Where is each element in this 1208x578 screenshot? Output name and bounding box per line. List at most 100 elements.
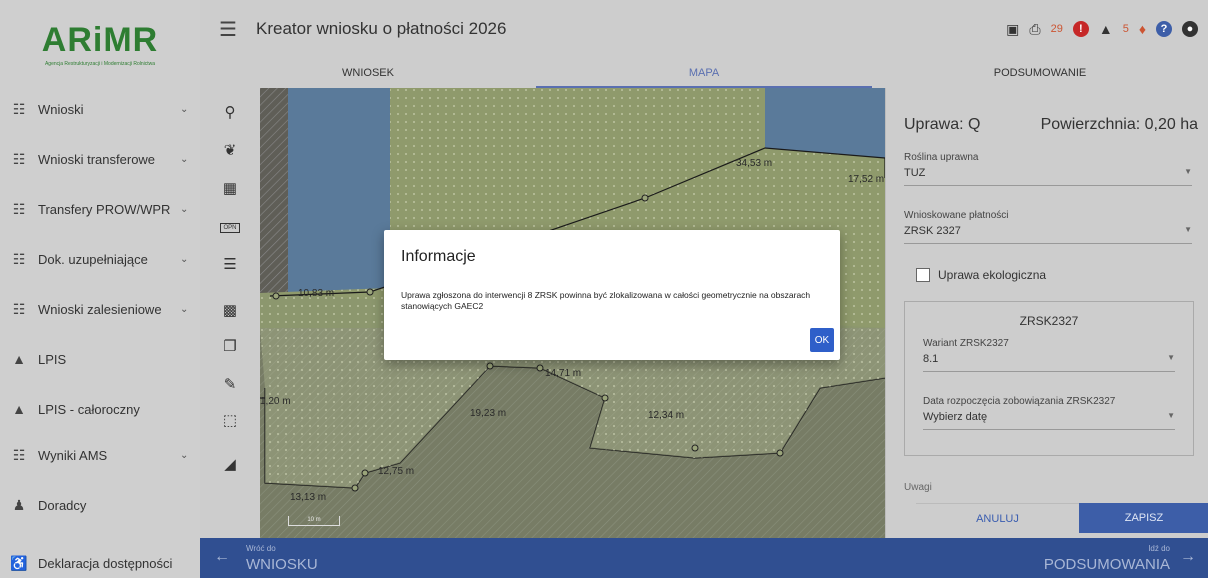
- copy-icon[interactable]: ❐: [218, 334, 242, 358]
- sidebar-item-label: Doradcy: [38, 497, 87, 513]
- chevron-down-icon: ⌄: [180, 253, 189, 265]
- variant-select[interactable]: Wariant ZRSK2327 8.1 ▼: [923, 338, 1175, 372]
- dropdown-arrow-icon: ▼: [1184, 167, 1192, 176]
- field-label: Wnioskowane płatności: [904, 210, 1009, 221]
- person-icon: ♟: [12, 496, 26, 513]
- crop-select[interactable]: Roślina uprawna TUZ ▼: [904, 152, 1192, 186]
- sidebar-item-label: LPIS: [38, 351, 67, 367]
- error-icon[interactable]: !: [1072, 21, 1089, 37]
- error-count[interactable]: 29: [1051, 23, 1063, 35]
- warning-icon[interactable]: ▲: [1099, 21, 1113, 37]
- notes-label[interactable]: Uwagi: [904, 482, 932, 493]
- eco-checkbox[interactable]: [916, 268, 930, 282]
- terrain-icon: ▲: [12, 351, 26, 367]
- rectangle-select-icon[interactable]: ⬚: [218, 408, 242, 432]
- area-label: Powierzchnia: 0,20 ha: [1040, 116, 1198, 133]
- forward-button[interactable]: PODSUMOWANIA: [1044, 556, 1170, 573]
- chevron-down-icon: ⌄: [180, 153, 189, 165]
- tab-bar: WNIOSEK MAPA PODSUMOWANIE: [200, 58, 1208, 88]
- sidebar-item-label: Transfery PROW/WPR: [38, 201, 171, 217]
- payments-select[interactable]: Wnioskowane płatności ZRSK 2327 ▼: [904, 210, 1192, 244]
- dropdown-arrow-icon: ▼: [1184, 225, 1192, 234]
- save-icon[interactable]: ▣: [1006, 21, 1019, 38]
- logo-wordmark: ARiMR: [41, 21, 159, 59]
- field-value: TUZ: [904, 167, 926, 179]
- help-icon[interactable]: ?: [1156, 21, 1172, 37]
- clipboard-icon: ☷: [12, 300, 26, 317]
- search-icon[interactable]: ⚲: [218, 100, 242, 124]
- sidebar: ARiMR Agencja Restrukturyzacji i Moderni…: [0, 0, 200, 578]
- clipboard-icon: ☷: [12, 150, 26, 167]
- sidebar-item-dok-uzupelniajace[interactable]: ☷ Dok. uzupełniające ⌄: [0, 234, 200, 284]
- arrow-right-icon[interactable]: →: [1180, 548, 1196, 566]
- ok-button[interactable]: OK: [810, 328, 834, 352]
- clipboard-icon: ☷: [12, 446, 26, 463]
- measure-icon[interactable]: ◢: [218, 452, 242, 476]
- map-scale-bar: 10 m: [288, 516, 340, 526]
- opn-icon[interactable]: OPN: [218, 216, 242, 240]
- cancel-button[interactable]: ANULUJ: [916, 503, 1079, 533]
- chevron-down-icon: ⌄: [180, 303, 189, 315]
- sidebar-item-doradcy[interactable]: ♟ Doradcy: [0, 480, 200, 530]
- list-icon[interactable]: ☰: [218, 252, 242, 276]
- sidebar-item-deklaracja[interactable]: ♿ Deklaracja dostępności: [0, 538, 200, 578]
- tab-wniosek[interactable]: WNIOSEK: [200, 58, 536, 88]
- menu-icon[interactable]: ☰: [200, 17, 256, 42]
- sidebar-item-label: LPIS - całoroczny: [38, 401, 140, 417]
- sidebar-item-label: Wyniki AMS: [38, 447, 108, 463]
- date-select[interactable]: Data rozpoczęcia zobowiązania ZRSK2327 W…: [923, 396, 1175, 430]
- segment-length-label: 34,53 m: [736, 158, 773, 169]
- sidebar-item-label: Wnioski: [38, 101, 84, 117]
- grid-icon[interactable]: ▦: [218, 176, 242, 200]
- segment-length-label: 12,34 m: [648, 410, 685, 421]
- map-toolbar: ⚲ ❦ ▦ OPN ☰ ▩ ❐ ✎ ⬚ ◢: [200, 88, 260, 538]
- segment-length-label: 12,75 m: [378, 466, 415, 477]
- sidebar-item-wyniki-ams[interactable]: ☷ Wyniki AMS ⌄: [0, 430, 200, 480]
- dialog-title: Informacje: [401, 248, 476, 265]
- arimr-logo[interactable]: ARiMR Agencja Restrukturyzacji i Moderni…: [0, 0, 200, 88]
- sidebar-item-lpis-caloroczny[interactable]: ▲ LPIS - całoroczny: [0, 384, 200, 434]
- pencil-icon[interactable]: ✎: [218, 372, 242, 396]
- plant-icon[interactable]: ❦: [218, 138, 242, 162]
- sidebar-item-label: Wnioski zalesieniowe: [38, 301, 162, 317]
- logo-subtitle: Agencja Restrukturyzacji i Modernizacji …: [44, 61, 156, 67]
- save-button[interactable]: ZAPISZ: [1079, 503, 1208, 533]
- back-button[interactable]: WNIOSKU: [246, 556, 318, 573]
- field-value: 8.1: [923, 353, 939, 365]
- arrow-left-icon[interactable]: ←: [214, 548, 230, 566]
- select-area-icon[interactable]: ▩: [218, 298, 242, 322]
- sidebar-item-wnioski-zalesieniowe[interactable]: ☷ Wnioski zalesieniowe ⌄: [0, 284, 200, 334]
- subsection-title: ZRSK2327: [1019, 314, 1079, 328]
- accessibility-icon: ♿: [10, 554, 28, 571]
- forward-caption[interactable]: Idź do: [1148, 544, 1170, 553]
- sidebar-item-lpis[interactable]: ▲ LPIS: [0, 334, 200, 384]
- account-icon[interactable]: ●: [1182, 21, 1198, 37]
- sidebar-item-label: Dok. uzupełniające: [38, 251, 148, 267]
- tab-podsumowanie[interactable]: PODSUMOWANIE: [872, 58, 1208, 88]
- sidebar-item-label: Wnioski transferowe: [38, 151, 156, 167]
- clipboard-icon: ☷: [12, 200, 26, 217]
- dialog-message: Uprawa zgłoszona do interwencji 8 ZRSK p…: [401, 290, 811, 311]
- bell-icon[interactable]: ♦: [1139, 21, 1146, 37]
- eco-checkbox-row[interactable]: Uprawa ekologiczna: [916, 268, 1046, 282]
- chevron-down-icon: ⌄: [180, 449, 189, 461]
- bottom-navigation: ← Wróć do WNIOSKU Idź do PODSUMOWANIA →: [200, 538, 1208, 578]
- eco-label: Uprawa ekologiczna: [938, 268, 1047, 282]
- zrsk-subsection: ZRSK2327 Wariant ZRSK2327 8.1 ▼ Data rozp…: [904, 301, 1194, 456]
- back-caption[interactable]: Wróć do: [246, 544, 276, 553]
- field-value: ZRSK 2327: [904, 225, 961, 237]
- top-bar: ☰ Kreator wniosku o płatności 2026 ▣ ⎙ 2…: [200, 0, 1208, 58]
- clipboard-icon: ☷: [12, 100, 26, 117]
- clipboard-icon: ☷: [12, 250, 26, 267]
- sidebar-item-transfery[interactable]: ☷ Transfery PROW/WPR ⌄: [0, 184, 200, 234]
- sidebar-item-wnioski[interactable]: ☷ Wnioski ⌄: [0, 84, 200, 134]
- print-icon[interactable]: ⎙: [1029, 21, 1040, 38]
- warning-count[interactable]: 5: [1123, 23, 1129, 35]
- field-value: Wybierz datę: [923, 411, 988, 423]
- tab-mapa[interactable]: MAPA: [536, 58, 872, 88]
- sidebar-item-wnioski-transferowe[interactable]: ☷ Wnioski transferowe ⌄: [0, 134, 200, 184]
- field-label: Data rozpoczęcia zobowiązania ZRSK2327: [923, 396, 1116, 407]
- page-title: Kreator wniosku o płatności 2026: [256, 19, 507, 38]
- dropdown-arrow-icon: ▼: [1167, 353, 1175, 362]
- segment-length-label: 13,13 m: [290, 492, 327, 503]
